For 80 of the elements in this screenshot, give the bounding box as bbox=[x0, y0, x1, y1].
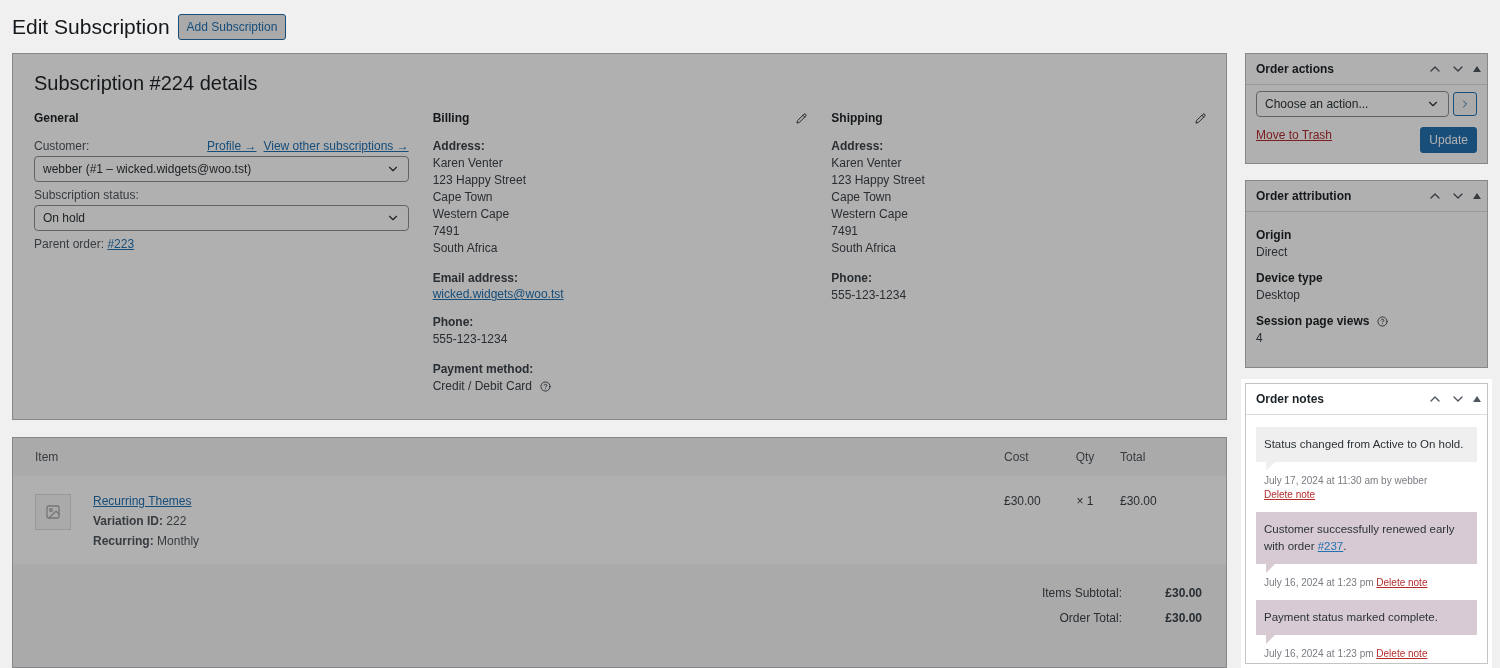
section-heading: Billing bbox=[432, 111, 470, 125]
field-value: South Africa bbox=[831, 240, 898, 257]
field-value: 555-123-1234 bbox=[831, 287, 908, 304]
field-value: Cape Town bbox=[831, 189, 893, 206]
note-meta: July 17, 2024 at 11:30 am by webber bbox=[1264, 475, 1428, 486]
collapse-toggle-icon[interactable] bbox=[1473, 66, 1481, 72]
customer-link[interactable]: View other subscriptions → bbox=[263, 139, 409, 153]
parent-order-link[interactable]: #223 bbox=[107, 237, 135, 251]
panel-title: Subscription #224 details bbox=[34, 72, 259, 95]
column-header: Total bbox=[1119, 450, 1147, 466]
field-label: Payment method: bbox=[432, 362, 535, 376]
speech-bubble-tail bbox=[1266, 635, 1275, 644]
delete-note-link[interactable]: Delete note bbox=[1376, 577, 1428, 588]
update-button[interactable]: Update bbox=[1420, 127, 1477, 153]
field-value: 555-123-1234 bbox=[432, 331, 509, 348]
field-value: 123 Happy Street bbox=[432, 172, 528, 189]
field-label: Address: bbox=[831, 139, 885, 153]
field-value: Credit / Debit Card bbox=[432, 379, 533, 393]
order-link[interactable]: #237 bbox=[1317, 540, 1344, 552]
field-value: 123 Happy Street bbox=[831, 172, 926, 189]
field-label: Parent order: bbox=[34, 237, 105, 251]
customer-link[interactable]: Profile → bbox=[207, 139, 257, 153]
email-link[interactable]: wicked.widgets@woo.tst bbox=[432, 287, 564, 301]
field-value: Cape Town bbox=[432, 189, 494, 206]
help-icon[interactable] bbox=[540, 381, 552, 393]
field-label: Email address: bbox=[432, 271, 520, 285]
move-to-trash-link[interactable]: Move to Trash bbox=[1256, 128, 1333, 142]
field-value: Western Cape bbox=[432, 206, 511, 223]
field-label: Subscription status: bbox=[34, 188, 139, 202]
panel-title: Order attribution bbox=[1256, 189, 1352, 203]
field-label: Address: bbox=[432, 139, 486, 153]
column-header: Qty bbox=[1074, 450, 1096, 466]
table-cell-text: £30.00 bbox=[1004, 494, 1042, 510]
column-header: Cost bbox=[1004, 450, 1030, 466]
section-heading: Shipping bbox=[831, 111, 883, 125]
field-label: Device type bbox=[1256, 271, 1323, 285]
field-label: Phone: bbox=[831, 271, 873, 285]
note-meta: July 16, 2024 at 1:23 pm bbox=[1264, 577, 1374, 588]
field-label: Session page views bbox=[1256, 314, 1370, 328]
table-cell-text: × 1 bbox=[1075, 494, 1095, 510]
field-value: South Africa bbox=[432, 240, 499, 257]
field-value: Direct bbox=[1256, 245, 1289, 259]
field-label: Customer: bbox=[34, 139, 90, 153]
panel-title: Order notes bbox=[1256, 392, 1324, 406]
item-name-link[interactable]: Recurring Themes bbox=[93, 494, 192, 508]
field-label: Origin bbox=[1256, 228, 1292, 242]
total-value: £30.00 bbox=[1164, 611, 1202, 625]
edit-icon[interactable] bbox=[796, 112, 808, 124]
field-value: Western Cape bbox=[831, 206, 909, 223]
field-value: Karen Venter bbox=[831, 155, 903, 172]
collapse-toggle-icon[interactable] bbox=[1473, 396, 1481, 402]
add-subscription-button[interactable]: Add Subscription bbox=[177, 13, 287, 40]
action-select[interactable]: Choose an action... bbox=[1256, 91, 1449, 117]
field-value: 4 bbox=[1256, 331, 1264, 345]
column-header: Item bbox=[35, 450, 60, 466]
collapse-toggle-icon[interactable] bbox=[1473, 193, 1481, 199]
field-value: 7491 bbox=[831, 223, 860, 240]
apply-button[interactable] bbox=[1453, 92, 1477, 116]
panel-title: Order actions bbox=[1256, 62, 1335, 76]
field-value: Desktop bbox=[1256, 288, 1302, 302]
speech-bubble-tail bbox=[1266, 564, 1275, 573]
help-icon[interactable] bbox=[1377, 316, 1389, 328]
item-meta: Recurring: Monthly bbox=[93, 534, 200, 548]
total-label: Order Total: bbox=[1058, 611, 1122, 625]
note-meta: July 16, 2024 at 1:23 pm bbox=[1264, 648, 1374, 659]
field-value: 7491 bbox=[432, 223, 461, 240]
delete-note-link[interactable]: Delete note bbox=[1376, 648, 1428, 659]
customer-select[interactable]: webber (#1 – wicked.widgets@woo.tst) bbox=[34, 156, 409, 182]
total-label: Items Subtotal: bbox=[1040, 586, 1122, 600]
item-meta: Variation ID: 222 bbox=[93, 514, 188, 528]
total-value: £30.00 bbox=[1164, 586, 1202, 600]
delete-note-link[interactable]: Delete note bbox=[1264, 489, 1316, 500]
edit-icon[interactable] bbox=[1195, 112, 1206, 124]
status-select[interactable]: On hold bbox=[34, 205, 409, 231]
table-cell-text: £30.00 bbox=[1119, 494, 1158, 510]
section-heading: General bbox=[34, 111, 79, 125]
field-label: Phone: bbox=[432, 315, 475, 329]
image-placeholder bbox=[35, 494, 71, 530]
field-value: Karen Venter bbox=[432, 155, 504, 172]
page-title: Edit Subscription bbox=[12, 14, 170, 39]
